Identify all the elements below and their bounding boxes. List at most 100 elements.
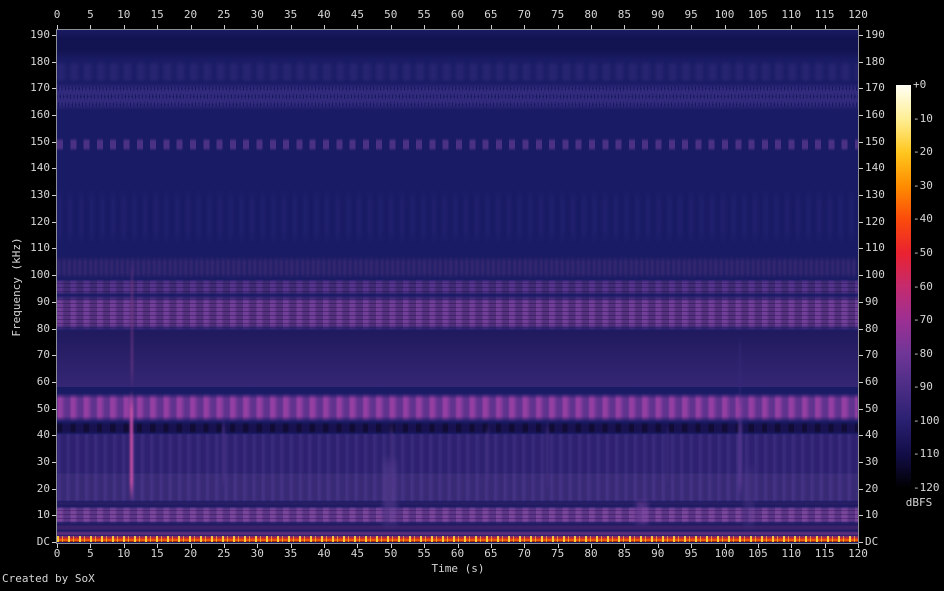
colorbar-tick-label: +0 (913, 78, 927, 91)
x-axis-top-tick (624, 25, 626, 29)
y-axis-left-tick (52, 488, 56, 490)
y-axis-left-tick (52, 435, 56, 437)
spectrogram-event-streak-91s (666, 424, 670, 489)
colorbar-tick-label: -20 (913, 145, 933, 159)
spectrogram-event-broad-103s (743, 461, 754, 534)
spectrogram-band-wave-167khz (57, 83, 858, 110)
y-axis-left-tick (52, 35, 56, 36)
y-axis-left-tick (52, 168, 56, 170)
spectrogram-event-streak-73s (545, 419, 550, 494)
x-axis-top-tick-label: 35 (284, 8, 298, 21)
x-axis-top-tick-label: 30 (250, 8, 264, 21)
colorbar-tick-label: -50 (913, 245, 933, 259)
x-axis-top-tick (57, 25, 58, 29)
y-axis-right-tick (859, 248, 863, 250)
x-axis-top-tick-label: 70 (517, 8, 531, 21)
spectrogram-band-mottle-175khz (57, 60, 858, 85)
x-axis-top-tick-label: 40 (317, 8, 331, 21)
x-axis-top-tick-label: 95 (684, 8, 698, 21)
y-axis-right-tick-label: DC (865, 535, 879, 548)
x-axis-top-tick (591, 25, 592, 29)
colorbar-tick-label: -30 (913, 178, 933, 192)
colorbar-tick-label: -100 (913, 413, 940, 427)
y-axis-left-tick (52, 275, 56, 277)
spectrogram-band-dashes-149khz (57, 137, 858, 152)
x-axis-bottom-tick-label: 115 (814, 547, 835, 560)
y-axis-right-tick (859, 542, 863, 543)
x-axis-top-tick (390, 25, 392, 29)
x-axis-bottom-tick-label: 35 (284, 547, 298, 560)
x-axis-top-tick (858, 25, 859, 29)
y-axis-right-tick (859, 515, 863, 517)
spectrogram-event-blob-87s (635, 499, 648, 526)
colorbar-unit-label: dBFS (905, 496, 933, 509)
colorbar-tick-label: -110 (913, 447, 940, 461)
y-axis-left-tick (52, 328, 56, 330)
colorbar-tick-label: -70 (913, 313, 933, 327)
x-axis-bottom-tick-label: 70 (517, 547, 531, 560)
x-axis-bottom-tick-label: 45 (350, 547, 364, 560)
x-axis-top-tick (123, 25, 125, 29)
y-axis-right-tick (859, 195, 863, 197)
y-axis-right-tick (859, 435, 863, 437)
x-axis-top-tick (691, 25, 693, 29)
y-axis-left-tick (52, 141, 56, 143)
y-axis-left-tick (52, 88, 56, 90)
y-axis-right-tick (859, 408, 863, 410)
x-axis-top-tick-label: 115 (814, 8, 835, 21)
y-axis-right-tick (859, 61, 863, 63)
y-axis-right-tick (859, 488, 863, 490)
x-axis-bottom-tick-label: 55 (417, 547, 431, 560)
x-axis-bottom-tick-label: 110 (781, 547, 802, 560)
x-axis-top-tick-label: 25 (217, 8, 231, 21)
x-axis-top-tick (324, 25, 325, 29)
y-axis-right-tick (859, 461, 863, 463)
x-axis-bottom-tick-label: 10 (117, 547, 131, 560)
x-axis-top-tick (724, 25, 726, 29)
y-axis-right-tick (859, 328, 863, 330)
spectrogram-event-streak-102s-upper (738, 333, 741, 412)
x-axis-bottom-tick-label: 80 (584, 547, 598, 560)
x-axis-bottom-tick-label: 100 (714, 547, 735, 560)
x-axis-bottom-tick-label: 0 (53, 547, 61, 560)
x-axis-top-tick-label: 90 (651, 8, 665, 21)
spectrogram-event-impulse-11s-upper (130, 261, 133, 390)
x-axis-bottom-tick-label: 25 (217, 547, 231, 560)
colorbar-tick-label: -40 (913, 212, 933, 226)
spectrogram-event-streak-25s (221, 416, 225, 489)
x-axis-bottom-tick-label: 30 (250, 547, 264, 560)
y-axis-left-tick (52, 195, 56, 197)
x-axis-top-tick (557, 25, 559, 29)
spectrogram-band-top-fade (57, 30, 858, 60)
spectrogram-event-streak-50s (389, 419, 394, 489)
x-axis-title: Time (s) (431, 562, 485, 575)
x-axis-top-tick (824, 25, 826, 29)
x-axis-top-tick (791, 25, 793, 29)
x-axis-top-tick (757, 25, 759, 29)
y-axis-right-tick (859, 88, 863, 90)
y-axis-left-tick (52, 355, 56, 357)
y-axis-right-tick (859, 381, 863, 383)
x-axis-bottom-tick-label: 20 (183, 547, 198, 560)
y-axis-left-tick-label: 50 (36, 401, 50, 415)
spectrogram-band-purple-5khz (57, 523, 858, 531)
x-axis-top-tick-label: 110 (781, 8, 802, 21)
y-axis-left-tick-label: 20 (36, 481, 50, 495)
y-axis-left-tick (52, 515, 56, 517)
x-axis-top-tick (223, 25, 225, 29)
spectrogram-band-fuzz-103khz (57, 256, 858, 280)
x-axis-top-tick (257, 25, 259, 29)
colorbar-tick-label: -80 (913, 346, 933, 360)
y-axis-left-tick (52, 542, 56, 543)
colorbar-tick-label: -120 (913, 481, 940, 494)
x-axis-top-tick-label: 20 (183, 8, 198, 21)
x-axis-top-tick (424, 25, 426, 29)
x-axis-top-tick (490, 25, 492, 29)
spectrogram-band-grad-70khz (57, 331, 858, 388)
y-axis-right-tick (859, 275, 863, 277)
y-axis-left-tick-label: 30 (36, 454, 50, 468)
y-axis-left-tick (52, 61, 56, 63)
x-axis-top-tick-label: 105 (747, 8, 768, 21)
spectrogram-band-faintcols-120khz (57, 187, 858, 246)
y-axis-left-tick-label: 140 (30, 161, 50, 175)
